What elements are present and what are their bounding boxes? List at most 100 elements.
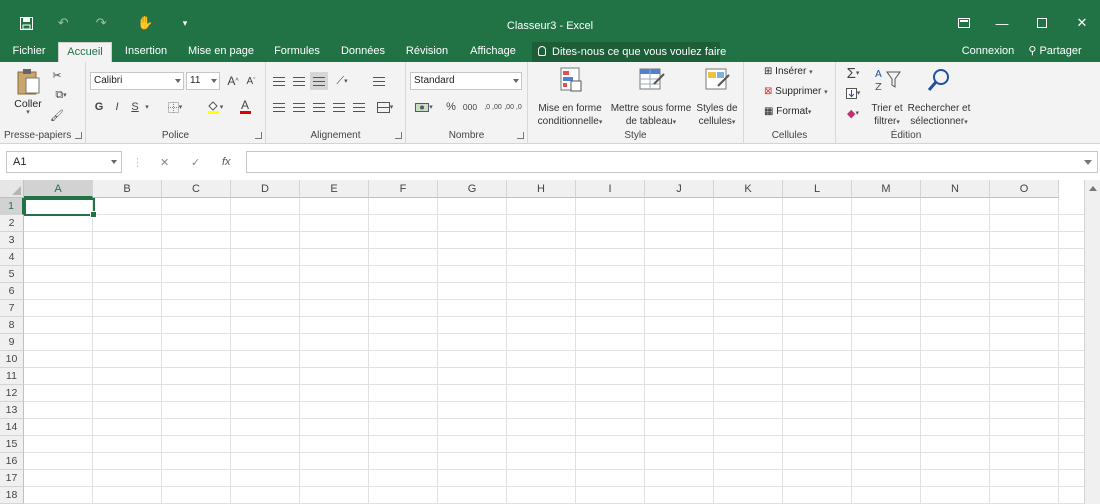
delete-cells-button[interactable]: ⊠ Supprimer ▾ — [764, 86, 828, 97]
alignment-launcher-icon[interactable] — [395, 132, 402, 139]
tab-affichage[interactable]: Affichage — [464, 42, 522, 62]
row-header-11[interactable]: 11 — [0, 368, 24, 385]
column-header-n[interactable]: N — [921, 180, 990, 198]
row-header-17[interactable]: 17 — [0, 470, 24, 487]
expand-formula-icon[interactable] — [1084, 160, 1092, 165]
row-header-2[interactable]: 2 — [0, 215, 24, 232]
bold-button[interactable]: G — [90, 98, 108, 116]
share-button[interactable]: ⚲ Partager — [1022, 42, 1088, 62]
autosum-icon[interactable]: Σ ▾ — [840, 64, 866, 82]
tell-me-search[interactable]: Dites-nous ce que vous voulez faire — [532, 42, 726, 62]
row-header-3[interactable]: 3 — [0, 232, 24, 249]
clear-icon[interactable]: ◆ ▾ — [840, 104, 866, 122]
tab-donnees[interactable]: Données — [336, 42, 390, 62]
close-icon[interactable]: ✕ — [1067, 12, 1097, 34]
row-header-7[interactable]: 7 — [0, 300, 24, 317]
column-header-c[interactable]: C — [162, 180, 231, 198]
format-painter-icon[interactable]: 🖌 — [48, 106, 66, 124]
format-cells-button[interactable]: ▦ Format▾ — [764, 106, 811, 117]
italic-button[interactable]: I — [108, 98, 126, 116]
row-header-9[interactable]: 9 — [0, 334, 24, 351]
increase-decimal-button[interactable]: ,0 ,00 — [484, 98, 502, 116]
tab-revision[interactable]: Révision — [400, 42, 454, 62]
orientation-icon[interactable]: ⟋ ▾ — [330, 72, 354, 90]
cell-area[interactable] — [24, 198, 1084, 504]
insert-function-icon[interactable]: fx — [222, 156, 231, 168]
number-format-select[interactable]: Standard — [410, 72, 522, 90]
align-center-icon[interactable] — [290, 98, 308, 116]
font-name-select[interactable]: Calibri — [90, 72, 184, 90]
name-box[interactable]: A1 — [6, 151, 122, 173]
row-header-10[interactable]: 10 — [0, 351, 24, 368]
increase-indent-icon[interactable] — [350, 98, 368, 116]
align-bottom-icon[interactable] — [310, 72, 328, 90]
row-header-14[interactable]: 14 — [0, 419, 24, 436]
formula-input[interactable] — [246, 151, 1098, 173]
tab-insertion[interactable]: Insertion — [118, 42, 174, 62]
column-header-b[interactable]: B — [93, 180, 162, 198]
decrease-indent-icon[interactable] — [330, 98, 348, 116]
copy-icon[interactable]: ⧉ ▾ — [48, 86, 74, 104]
column-header-h[interactable]: H — [507, 180, 576, 198]
column-header-d[interactable]: D — [231, 180, 300, 198]
align-left-icon[interactable] — [270, 98, 288, 116]
maximize-icon[interactable] — [1027, 12, 1057, 34]
select-all-corner[interactable] — [0, 180, 24, 198]
column-header-e[interactable]: E — [300, 180, 369, 198]
cut-icon[interactable]: ✂ — [48, 66, 66, 84]
row-header-18[interactable]: 18 — [0, 487, 24, 504]
thousands-separator-button[interactable]: 000 — [460, 98, 480, 116]
fill-color-icon[interactable]: ▾ — [202, 98, 228, 116]
font-launcher-icon[interactable] — [255, 132, 262, 139]
format-as-table-button[interactable]: Mettre sous forme de tableau▾ — [608, 66, 694, 129]
paste-button[interactable]: Coller ▾ — [8, 68, 48, 116]
column-header-g[interactable]: G — [438, 180, 507, 198]
scroll-up-icon[interactable] — [1089, 186, 1097, 191]
column-header-i[interactable]: I — [576, 180, 645, 198]
row-header-16[interactable]: 16 — [0, 453, 24, 470]
number-launcher-icon[interactable] — [517, 132, 524, 139]
column-header-a[interactable]: A — [24, 180, 93, 198]
percent-style-button[interactable]: % — [442, 98, 460, 116]
font-color-icon[interactable]: A — [232, 98, 258, 116]
find-select-button[interactable]: Rechercher et sélectionner▾ — [906, 66, 972, 129]
column-header-m[interactable]: M — [852, 180, 921, 198]
row-header-8[interactable]: 8 — [0, 317, 24, 334]
tab-mise-en-page[interactable]: Mise en page — [184, 42, 258, 62]
fill-icon[interactable]: ▾ — [840, 84, 866, 102]
borders-icon[interactable]: ▾ — [162, 98, 188, 116]
ribbon-display-options-icon[interactable] — [949, 12, 979, 34]
column-header-o[interactable]: O — [990, 180, 1059, 198]
enter-icon[interactable]: ✓ — [191, 156, 200, 169]
sort-filter-button[interactable]: AZ Trier et filtrer▾ — [868, 66, 906, 129]
column-header-f[interactable]: F — [369, 180, 438, 198]
row-header-6[interactable]: 6 — [0, 283, 24, 300]
wrap-text-icon[interactable] — [370, 72, 388, 90]
signin-link[interactable]: Connexion — [958, 42, 1018, 62]
row-header-1[interactable]: 1 — [0, 198, 24, 215]
column-header-l[interactable]: L — [783, 180, 852, 198]
row-header-15[interactable]: 15 — [0, 436, 24, 453]
cell-styles-button[interactable]: Styles de cellules▾ — [694, 66, 740, 129]
column-header-j[interactable]: J — [645, 180, 714, 198]
insert-cells-button[interactable]: ⊞ Insérer ▾ — [764, 66, 813, 77]
cancel-icon[interactable]: ✕ — [160, 156, 169, 169]
row-header-13[interactable]: 13 — [0, 402, 24, 419]
row-header-5[interactable]: 5 — [0, 266, 24, 283]
clipboard-launcher-icon[interactable] — [75, 132, 82, 139]
shrink-font-button[interactable]: Aˇ — [242, 72, 260, 90]
align-middle-icon[interactable] — [290, 72, 308, 90]
font-size-select[interactable]: 11 — [186, 72, 220, 90]
conditional-formatting-button[interactable]: Mise en forme conditionnelle▾ — [532, 66, 608, 129]
row-header-12[interactable]: 12 — [0, 385, 24, 402]
minimize-icon[interactable]: — — [987, 12, 1017, 34]
underline-dropdown-icon[interactable]: ▾ — [142, 98, 152, 116]
merge-center-icon[interactable]: ▾ — [372, 98, 398, 116]
formula-bar-dots-icon[interactable]: ⋮ — [132, 156, 143, 169]
align-right-icon[interactable] — [310, 98, 328, 116]
decrease-decimal-button[interactable]: ,00 ,0 — [504, 98, 522, 116]
tab-fichier[interactable]: Fichier — [6, 42, 52, 62]
active-cell-a1[interactable] — [24, 198, 97, 218]
column-header-k[interactable]: K — [714, 180, 783, 198]
tab-formules[interactable]: Formules — [268, 42, 326, 62]
